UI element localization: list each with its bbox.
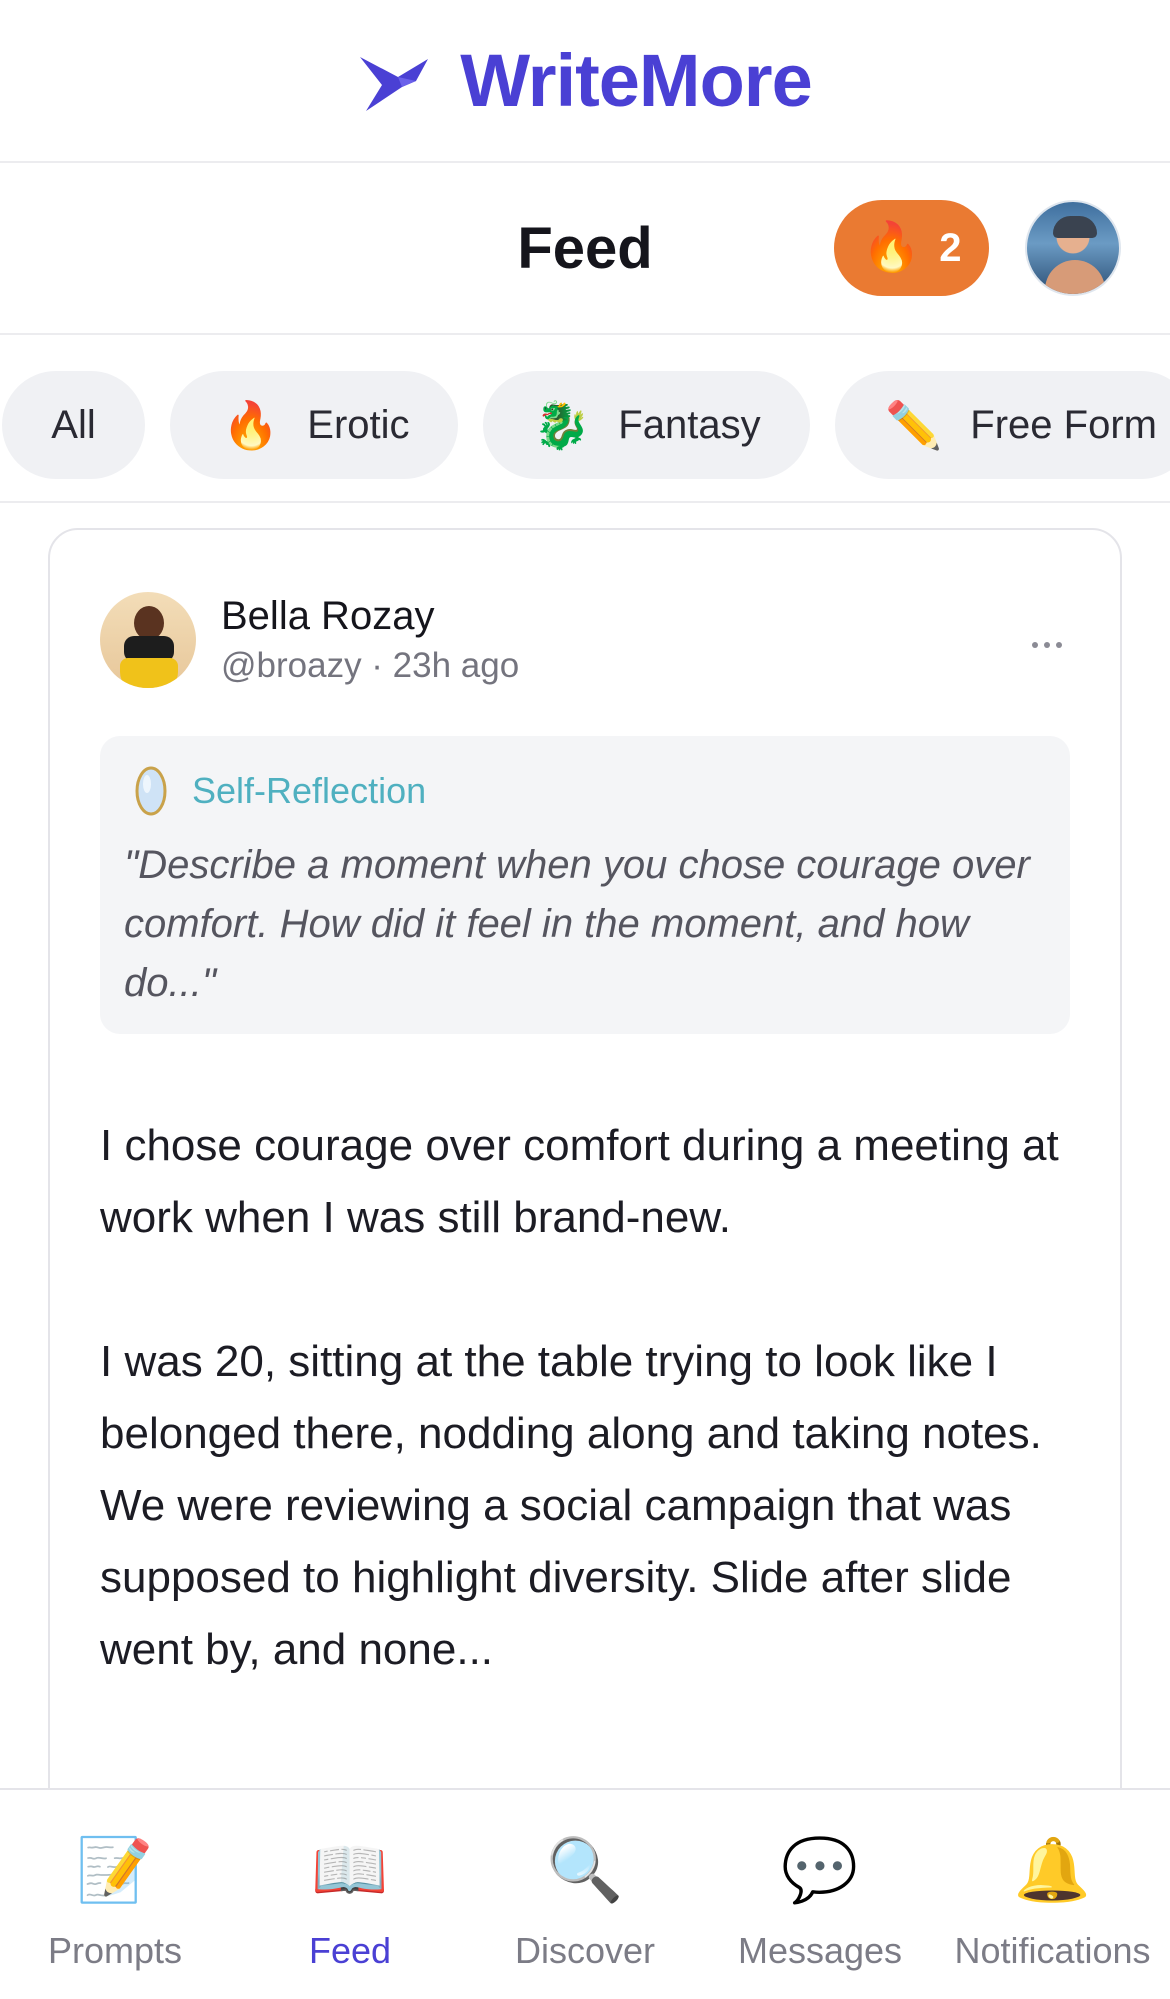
chip-label: Fantasy <box>618 402 761 447</box>
more-options-icon[interactable] <box>1022 630 1072 660</box>
user-avatar[interactable] <box>1025 200 1121 296</box>
magnifier-icon: 🔍 <box>546 1836 624 1905</box>
tab-label: Notifications <box>954 1930 1151 1971</box>
author-avatar[interactable] <box>100 592 196 688</box>
streak-count: 2 <box>939 225 962 270</box>
brand-name: WriteMore <box>460 39 812 122</box>
flame-icon: 🔥 <box>861 221 922 274</box>
bird-logo-icon <box>360 56 429 111</box>
bell-icon: 🔔 <box>1013 1836 1092 1905</box>
tab-label: Feed <box>308 1930 392 1971</box>
tab-label: Prompts <box>47 1930 183 1971</box>
tab-label: Messages <box>737 1930 903 1971</box>
feed-header: Feed 🔥 2 <box>0 163 1170 335</box>
avatar-head <box>134 606 164 640</box>
tab-label: Discover <box>514 1930 656 1971</box>
author-meta: @broazy · 23h ago <box>221 646 520 685</box>
mirror-icon <box>135 766 167 816</box>
post-card[interactable]: Bella Rozay @broazy · 23h ago Self-Refle… <box>48 528 1122 1999</box>
bottom-tab-bar: 📝 Prompts 📖 Feed 🔍 Discover 💬 Messages 🔔… <box>0 1788 1170 1999</box>
chip-free-form[interactable]: ✏️ Free Form <box>835 371 1170 479</box>
tab-prompts[interactable]: 📝 Prompts <box>20 1790 210 1999</box>
chip-label: Free Form <box>970 402 1157 447</box>
chip-all[interactable]: All <box>2 371 145 479</box>
chip-label: All <box>51 402 96 447</box>
chip-label: Erotic <box>307 402 410 447</box>
pencil-icon: ✏️ <box>885 399 943 451</box>
tab-feed[interactable]: 📖 Feed <box>250 1790 450 1999</box>
avatar-skirt <box>120 658 178 688</box>
page-title: Feed <box>517 216 653 281</box>
tab-notifications[interactable]: 🔔 Notifications <box>940 1790 1165 1999</box>
prompt-text: "Describe a moment when you chose courag… <box>124 843 1030 1005</box>
prompt-category-label: Self-Reflection <box>192 770 427 811</box>
tab-messages[interactable]: 💬 Messages <box>720 1790 920 1999</box>
streak-badge[interactable]: 🔥 2 <box>834 200 989 296</box>
brand-bar: WriteMore <box>0 0 1170 163</box>
post-paragraph: I chose courage over comfort during a me… <box>100 1121 1059 1242</box>
avatar-cap <box>1053 216 1097 238</box>
category-chips: All 🔥 Erotic 🐉 Fantasy ✏️ Free Form <box>0 337 1170 503</box>
notepad-icon: 📝 <box>76 1836 154 1905</box>
avatar-body <box>1045 260 1105 294</box>
prompt-box[interactable]: Self-Reflection "Describe a moment when … <box>100 736 1070 1034</box>
speech-bubble-icon: 💬 <box>781 1836 859 1905</box>
post-body[interactable]: I chose courage over comfort during a me… <box>100 1110 1090 1758</box>
chip-erotic[interactable]: 🔥 Erotic <box>170 371 458 479</box>
open-book-icon: 📖 <box>311 1836 389 1905</box>
dragon-icon: 🐉 <box>533 399 591 451</box>
tab-discover[interactable]: 🔍 Discover <box>480 1790 690 1999</box>
post-paragraph: I was 20, sitting at the table trying to… <box>100 1337 1042 1674</box>
prompt-category: Self-Reflection <box>134 764 426 818</box>
chip-fantasy[interactable]: 🐉 Fantasy <box>483 371 810 479</box>
app-root: WriteMore Feed 🔥 2 All 🔥 Erotic 🐉 Fantas… <box>0 0 1170 1999</box>
author-name[interactable]: Bella Rozay <box>221 594 434 639</box>
flame-icon: 🔥 <box>222 399 280 451</box>
